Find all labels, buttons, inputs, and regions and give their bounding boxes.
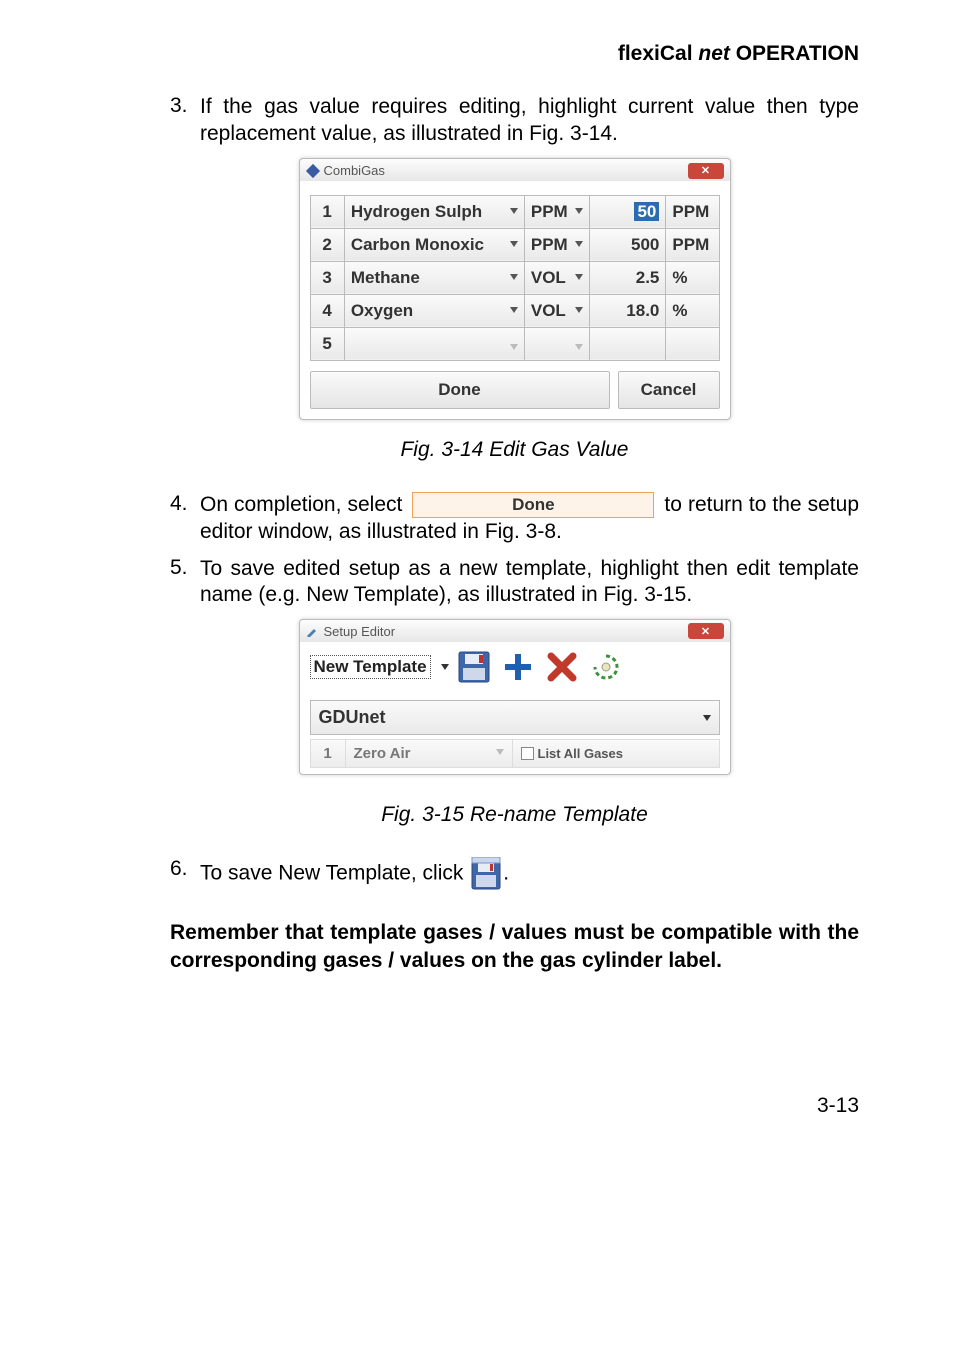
row2-val[interactable]: 500 [590,228,666,261]
chevron-down-icon[interactable] [441,664,449,670]
row2-unit[interactable]: PPM [524,228,590,261]
device-name: GDUnet [319,707,386,728]
row3-unit[interactable]: VOL [524,261,590,294]
setup-editor-titlebar[interactable]: Setup Editor ✕ [300,620,730,642]
save-icon[interactable] [455,648,493,686]
row1-gas[interactable]: Hydrogen Sulph [344,195,524,228]
step6-text: To save New Template, click . [200,857,859,891]
table-row: 3 Methane VOL 2.5 % [310,261,719,294]
combigas-titlebar[interactable]: CombiGas ✕ [300,159,730,181]
step6-num: 6. [170,857,200,891]
delete-icon[interactable] [543,648,581,686]
row5-idx: 5 [310,327,344,360]
list-all-gases-checkbox[interactable]: List All Gases [513,740,719,767]
step-6: 6. To save New Template, click . [170,857,859,891]
hdr-prefix: flexiCal [618,42,699,65]
step4-text: On completion, select Done to return to … [200,492,859,546]
add-icon[interactable] [499,648,537,686]
row3-idx: 3 [310,261,344,294]
template-toolbar: New Template [310,648,720,686]
row4-unit[interactable]: VOL [524,294,590,327]
row2-idx: 2 [310,228,344,261]
table-row: 2 Carbon Monoxic PPM 500 PPM [310,228,719,261]
combigas-app-icon [305,164,319,178]
gas-row-idx: 1 [311,740,346,767]
chevron-down-icon[interactable] [496,749,504,755]
step-3: 3. If the gas value requires editing, hi… [170,94,859,148]
row4-idx: 4 [310,294,344,327]
chevron-down-icon[interactable] [575,208,583,214]
gas-table: 1 Hydrogen Sulph PPM 50 PPM 2 Carbon Mon… [310,195,720,361]
chevron-down-icon[interactable] [575,307,583,313]
row3-gas[interactable]: Methane [344,261,524,294]
table-row: 4 Oxygen VOL 18.0 % [310,294,719,327]
step5-num: 5. [170,556,200,610]
chevron-down-icon[interactable] [510,274,518,280]
compatibility-note: Remember that template gases / values mu… [170,919,859,974]
gas-row: 1 Zero Air List All Gases [310,739,720,768]
step4-num: 4. [170,492,200,546]
fig-3-15-caption: Fig. 3-15 Re-name Template [170,803,859,827]
chevron-down-icon[interactable] [575,241,583,247]
hdr-italic: net [698,42,730,65]
wrench-icon [306,625,318,637]
close-icon[interactable]: ✕ [688,623,724,639]
hdr-suffix: OPERATION [730,42,859,65]
chevron-down-icon[interactable] [703,715,711,721]
row1-idx: 1 [310,195,344,228]
row5-val[interactable] [590,327,666,360]
row5-gas[interactable] [344,327,524,360]
row2-u2: PPM [666,228,719,261]
row5-unit[interactable] [524,327,590,360]
setup-editor-title: Setup Editor [324,624,396,639]
row4-gas[interactable]: Oxygen [344,294,524,327]
step-4: 4. On completion, select Done to return … [170,492,859,546]
close-icon[interactable]: ✕ [688,163,724,179]
page-header: flexiCal net OPERATION [170,42,859,66]
step3-text: If the gas value requires editing, highl… [200,94,859,148]
chevron-down-icon[interactable] [510,307,518,313]
done-inline-button[interactable]: Done [412,492,654,518]
cancel-button[interactable]: Cancel [618,371,720,409]
table-row: 5 [310,327,719,360]
step5-text: To save edited setup as a new template, … [200,556,859,610]
step-5: 5. To save edited setup as a new templat… [170,556,859,610]
row1-val[interactable]: 50 [590,195,666,228]
row3-u2: % [666,261,719,294]
row1-u2: PPM [666,195,719,228]
row4-val[interactable]: 18.0 [590,294,666,327]
table-row: 1 Hydrogen Sulph PPM 50 PPM [310,195,719,228]
chevron-down-icon[interactable] [510,208,518,214]
chevron-down-icon[interactable] [510,241,518,247]
chevron-down-icon[interactable] [510,344,518,350]
chevron-down-icon[interactable] [575,344,583,350]
setup-editor-dialog: Setup Editor ✕ New Template [299,619,731,775]
row2-gas[interactable]: Carbon Monoxic [344,228,524,261]
checkbox-icon[interactable] [521,747,534,760]
combigas-title: CombiGas [324,163,385,178]
save-icon[interactable] [471,857,501,891]
row3-val[interactable]: 2.5 [590,261,666,294]
gas-row-gas[interactable]: Zero Air [346,740,513,767]
row1-unit[interactable]: PPM [524,195,590,228]
row5-u2 [666,327,719,360]
done-button[interactable]: Done [310,371,610,409]
row4-u2: % [666,294,719,327]
step3-num: 3. [170,94,200,148]
page-number: 3-13 [170,1094,859,1118]
device-selector[interactable]: GDUnet [310,700,720,735]
combigas-dialog: CombiGas ✕ 1 Hydrogen Sulph PPM 50 PPM 2… [299,158,731,420]
template-name-input[interactable]: New Template [310,655,431,679]
refresh-icon[interactable] [587,648,625,686]
chevron-down-icon[interactable] [575,274,583,280]
fig-3-14-caption: Fig. 3-14 Edit Gas Value [170,438,859,462]
